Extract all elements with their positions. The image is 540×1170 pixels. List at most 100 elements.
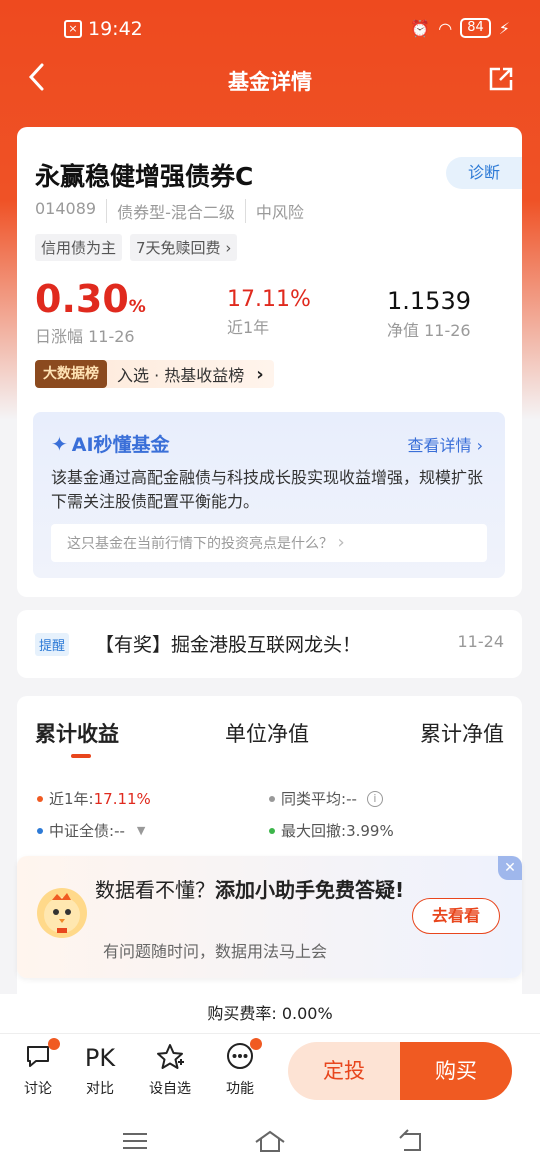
star-plus-icon — [140, 1042, 200, 1074]
legend-benchmark-value: -- — [114, 821, 125, 840]
legend-benchmark[interactable]: 中证全债: -- ▼ — [37, 820, 145, 841]
legend-benchmark-label: 中证全债: — [49, 822, 115, 840]
home-icon[interactable] — [254, 1126, 285, 1156]
share-icon[interactable] — [488, 66, 514, 92]
helper-popup: ✕ 数据看不懂？添加小助手免费答疑! 有问题随时问，数据用法马上会 去看看 — [17, 856, 522, 978]
active-tab-indicator — [71, 754, 91, 758]
helper-title: 数据看不懂？添加小助手免费答疑! — [95, 876, 415, 904]
notification-dot — [250, 1038, 262, 1050]
ai-summary-text: 该基金通过高配金融债与科技成长股实现收益增强，规模扩张下需关注股债配置平衡能力。 — [51, 468, 484, 511]
daily-change-stat: 0.30% 日涨幅 11-26 — [35, 277, 146, 347]
legend-dot — [269, 827, 275, 834]
legend-drawdown-label: 最大回撤: — [281, 822, 347, 840]
legend-max-drawdown: 最大回撤: 3.99% — [269, 820, 394, 841]
fund-name: 永赢稳健增强债券C — [35, 162, 254, 191]
assistant-avatar — [37, 888, 87, 938]
wifi-icon: ◠ — [438, 18, 453, 38]
ai-more-label: 查看详情 — [407, 436, 472, 455]
nav-stat: 1.1539 净值 11-26 — [387, 287, 471, 341]
notification-icon: × — [64, 20, 82, 38]
legend-peer-value: -- — [346, 789, 357, 808]
tab-cumulative-return[interactable]: 累计收益 — [35, 718, 119, 748]
ai-more-link[interactable]: 查看详情 › — [407, 432, 483, 456]
notice-card[interactable]: 提醒 【有奖】掘金港股互联网龙头！ 11-24 — [17, 610, 522, 678]
tag-redemption-fee[interactable]: 7天免赎回费 › — [130, 234, 238, 261]
go-see-button[interactable]: 去看看 — [412, 898, 500, 934]
fund-risk: 中风险 — [244, 199, 314, 223]
nav-value: 1.1539 — [387, 287, 471, 315]
fund-type: 债券型-混合二级 — [106, 199, 245, 223]
ai-question-text: 这只基金在当前行情下的投资亮点是什么？ — [67, 536, 333, 552]
status-bar: × 19:42 ⏰ ◠ 84 ⚡ — [0, 0, 540, 58]
menu-icon[interactable] — [120, 1126, 150, 1156]
ai-question-input[interactable]: 这只基金在当前行情下的投资亮点是什么？ › — [51, 524, 487, 562]
fixed-investment-button[interactable]: 定投 — [288, 1042, 400, 1100]
dropdown-icon: ▼ — [136, 824, 146, 837]
notice-date: 11-24 — [457, 632, 505, 651]
year-return-label: 近1年 — [227, 318, 270, 337]
tab-unit-nav[interactable]: 单位净值 — [225, 718, 309, 748]
daily-change-value: 0.30 — [35, 277, 129, 321]
legend-dot — [37, 795, 43, 802]
page-title: 基金详情 — [228, 70, 312, 94]
battery-indicator: 84 — [460, 18, 491, 38]
add-watchlist-button[interactable]: 设自选 — [140, 1042, 200, 1098]
functions-label: 功能 — [226, 1081, 254, 1097]
helper-title-bold: 添加小助手免费答疑! — [215, 878, 405, 902]
chevron-right-icon: › — [476, 436, 483, 455]
back-icon[interactable] — [396, 1126, 426, 1156]
helper-title-normal: 数据看不懂？ — [95, 878, 215, 902]
discuss-button[interactable]: 讨论 — [8, 1038, 68, 1098]
fund-tags: 信用债为主 7天免赎回费 › — [35, 234, 238, 261]
fund-stats: 0.30% 日涨幅 11-26 17.11% 近1年 1.1539 净值 11-… — [35, 277, 504, 347]
ai-title-text: AI秒懂基金 — [71, 434, 170, 456]
nav-bar: 基金详情 — [0, 58, 540, 102]
chart-tabs: 累计收益 单位净值 累计净值 — [35, 718, 504, 758]
add-watchlist-label: 设自选 — [149, 1081, 191, 1097]
ai-summary-box: ✦ AI秒懂基金 查看详情 › 该基金通过高配金融债与科技成长股实现收益增强，规… — [33, 412, 505, 578]
legend-year-value: 17.11% — [93, 789, 151, 808]
rank-banner[interactable]: 大数据榜 入选 · 热基收益榜 › — [35, 360, 274, 388]
bottom-action-bar: 讨论 PK 对比 设自选 功能 定投 购买 — [0, 1034, 540, 1112]
info-icon[interactable]: i — [366, 790, 383, 807]
ai-title: ✦ AI秒懂基金 — [51, 430, 170, 457]
compare-button[interactable]: PK 对比 — [70, 1042, 130, 1098]
notice-text: 【有奖】掘金港股互联网龙头！ — [95, 634, 362, 656]
alarm-icon: ⏰ — [410, 18, 431, 38]
notice-badge: 提醒 — [35, 633, 70, 656]
notification-dot — [48, 1038, 60, 1050]
sparkle-icon: ✦ — [51, 431, 68, 456]
tab-cumulative-nav[interactable]: 累计净值 — [420, 718, 504, 748]
chat-icon — [8, 1038, 68, 1074]
helper-subtitle: 有问题随时问，数据用法马上会 — [103, 942, 328, 961]
charging-icon: ⚡ — [498, 18, 510, 38]
status-time: 19:42 — [88, 18, 143, 40]
chevron-right-icon: › — [256, 363, 264, 385]
legend-drawdown-value: 3.99% — [346, 821, 394, 840]
year-return-value: 17.11% — [227, 287, 311, 312]
purchase-fee: 购买费率: 0.00% — [0, 994, 540, 1034]
rank-text: 入选 · 热基收益榜 — [117, 366, 245, 385]
pk-icon: PK — [84, 1044, 116, 1072]
chevron-right-icon: › — [337, 532, 345, 553]
daily-change-label: 日涨幅 11-26 — [35, 327, 135, 346]
legend-dot — [269, 795, 275, 802]
fund-code: 014089 — [35, 199, 97, 218]
year-return-stat: 17.11% 近1年 — [227, 287, 311, 338]
close-icon[interactable]: ✕ — [498, 856, 522, 880]
diagnose-button[interactable]: 诊断 — [446, 157, 522, 189]
rank-badge: 大数据榜 — [35, 360, 107, 388]
nav-label: 净值 11-26 — [387, 321, 471, 340]
system-nav-bar — [0, 1112, 540, 1170]
legend-dot — [37, 827, 43, 834]
fund-summary-card: 永赢稳健增强债券C 诊断 014089 债券型-混合二级 中风险 信用债为主 7… — [17, 127, 522, 597]
tag-credit-bond: 信用债为主 — [35, 234, 123, 261]
compare-label: 对比 — [86, 1081, 114, 1097]
daily-change-unit: % — [128, 297, 146, 317]
buy-button[interactable]: 购买 — [400, 1042, 512, 1100]
legend-year-label: 近1年: — [49, 790, 94, 808]
functions-button[interactable]: 功能 — [210, 1038, 270, 1098]
fund-meta: 014089 债券型-混合二级 中风险 — [35, 199, 314, 223]
legend-peer-average: 同类平均: -- i — [269, 788, 383, 809]
legend-peer-label: 同类平均: — [281, 790, 347, 808]
